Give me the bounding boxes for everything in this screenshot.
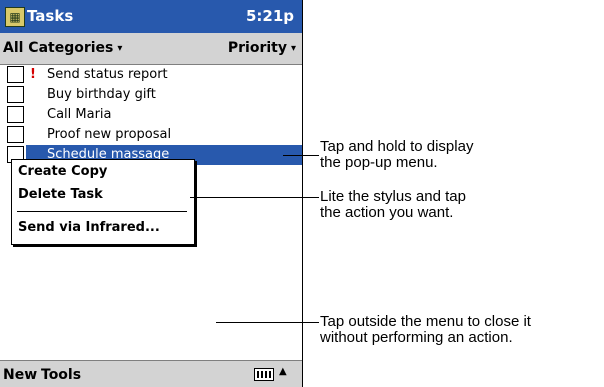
callout-line-2: the action you want. (320, 204, 454, 221)
high-priority-icon: ! (30, 67, 36, 82)
task-label: Buy birthday gift (47, 87, 156, 102)
menu-item-delete-task[interactable]: Delete Task (18, 187, 103, 202)
task-checkbox[interactable] (7, 66, 24, 83)
command-bar: New Tools ▲ (0, 360, 302, 387)
tools-menu[interactable]: Tools (41, 367, 81, 383)
task-row[interactable]: Buy birthday gift (0, 85, 302, 105)
callout-text: Tap outside the menu to close it without… (320, 314, 531, 346)
callout-line (283, 155, 319, 156)
task-label: Proof new proposal (47, 127, 172, 142)
sort-label: Priority (227, 40, 287, 56)
task-row[interactable]: Call Maria (0, 105, 302, 125)
tasks-app-icon[interactable]: ▦ (5, 7, 25, 27)
category-filter-dropdown[interactable]: All Categories ▾ (3, 40, 122, 56)
callout-text: Lite the stylus and tap the action you w… (320, 189, 466, 221)
callout-text: Tap and hold to display the pop-up menu. (320, 139, 473, 171)
category-filter-label: All Categories (3, 40, 114, 56)
chevron-down-icon: ▾ (117, 43, 123, 54)
new-button[interactable]: New (3, 367, 37, 383)
title-bar: ▦ Tasks 5:21p (0, 0, 302, 33)
callout-line-1: Tap and hold to display (320, 138, 474, 155)
popup-menu: Create Copy Delete Task Send via Infrare… (11, 159, 195, 245)
input-panel-arrow-icon[interactable]: ▲ (279, 366, 287, 377)
task-label: Call Maria (47, 107, 112, 122)
sort-dropdown[interactable]: Priority ▾ (228, 40, 296, 56)
callout-line-2: the pop-up menu. (320, 154, 438, 171)
task-label: Send status report (47, 67, 168, 82)
menu-item-create-copy[interactable]: Create Copy (18, 164, 107, 179)
task-checkbox[interactable] (7, 106, 24, 123)
task-checkbox[interactable] (7, 126, 24, 143)
task-row[interactable]: ! Send status report (0, 65, 302, 85)
callout-line (190, 197, 319, 198)
task-row[interactable]: Proof new proposal (0, 125, 302, 145)
clock[interactable]: 5:21p (246, 7, 294, 25)
chevron-down-icon: ▾ (290, 43, 296, 54)
menu-item-send-via-infrared[interactable]: Send via Infrared... (18, 220, 160, 235)
task-list: ! Send status report Buy birthday gift C… (0, 65, 302, 165)
pocket-pc-screen: ▦ Tasks 5:21p All Categories ▾ Priority ▾ … (0, 0, 303, 387)
task-checkbox[interactable] (7, 86, 24, 103)
filter-bar: All Categories ▾ Priority ▾ (0, 33, 302, 65)
menu-separator (17, 211, 187, 212)
callout-line (216, 322, 319, 323)
callout-line-2: without performing an action. (320, 329, 513, 346)
callout-line-1: Lite the stylus and tap (320, 188, 466, 205)
app-title: Tasks (27, 7, 74, 25)
callout-line-1: Tap outside the menu to close it (320, 313, 531, 330)
keyboard-icon[interactable] (254, 368, 274, 381)
